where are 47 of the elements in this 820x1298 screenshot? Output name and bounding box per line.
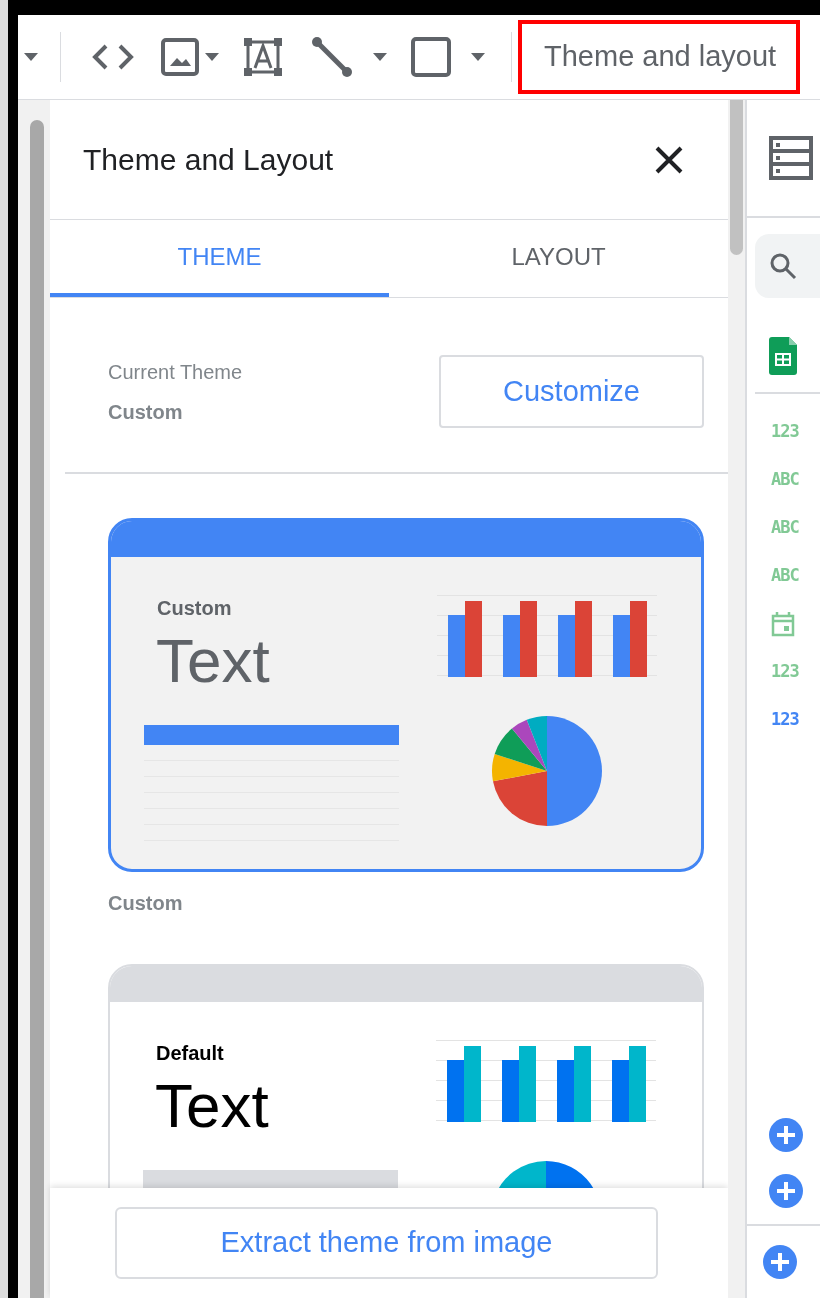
theme-name: Custom [108,891,184,916]
tab[interactable]: THEME [50,220,389,297]
data-source-icon[interactable] [769,136,813,180]
sample-text: Text [154,1070,270,1142]
rectangle-icon[interactable] [411,37,451,77]
customize-button[interactable]: Customize [439,355,704,428]
search-field[interactable] [755,234,820,298]
add-icon[interactable] [763,1245,797,1279]
number-type-label: 123 [771,708,799,732]
text-type-label: ABC [771,564,799,588]
caret-icon[interactable] [205,53,219,61]
chart-bar [557,1060,575,1122]
scrollbar-thumb[interactable] [30,120,44,1298]
code-icon[interactable] [91,42,135,72]
chart-bar [503,615,521,677]
sample-caption: Custom [156,596,233,621]
sample-text: Text [155,625,271,697]
line-icon[interactable] [311,36,353,78]
chart-bar [447,1060,465,1122]
current-theme-label: Current Theme [108,359,243,385]
caret-icon[interactable] [24,53,38,61]
theme-and-layout-button[interactable]: Theme and layout [518,20,801,94]
sample-caption: Default [155,1041,225,1066]
theme-card[interactable]: Custom Text [108,518,704,872]
number-type-label: 123 [771,420,799,444]
spreadsheet-icon[interactable] [769,337,797,375]
text-type-label: ABC [771,468,799,492]
add-icon[interactable] [769,1174,803,1208]
scrollbar-thumb[interactable] [730,100,743,255]
caret-icon[interactable] [471,53,485,61]
number-type-label: 123 [771,660,799,684]
chart-bar [448,615,466,677]
chart-bar [612,1060,630,1122]
extract-theme-button[interactable]: Extract theme from image [115,1207,658,1279]
chart-bar [558,615,576,677]
current-theme-value: Custom [108,399,184,425]
text-box-icon[interactable] [243,37,283,77]
tab[interactable]: LAYOUT [389,220,728,297]
add-icon[interactable] [769,1118,803,1152]
panel-title: Theme and Layout [83,142,334,178]
image-icon[interactable] [161,38,199,76]
close-icon[interactable] [654,144,684,175]
chart-bar [613,615,631,677]
caret-icon[interactable] [373,53,387,61]
chart-bar [502,1060,520,1122]
text-type-label: ABC [771,516,799,540]
search-icon [769,252,797,280]
